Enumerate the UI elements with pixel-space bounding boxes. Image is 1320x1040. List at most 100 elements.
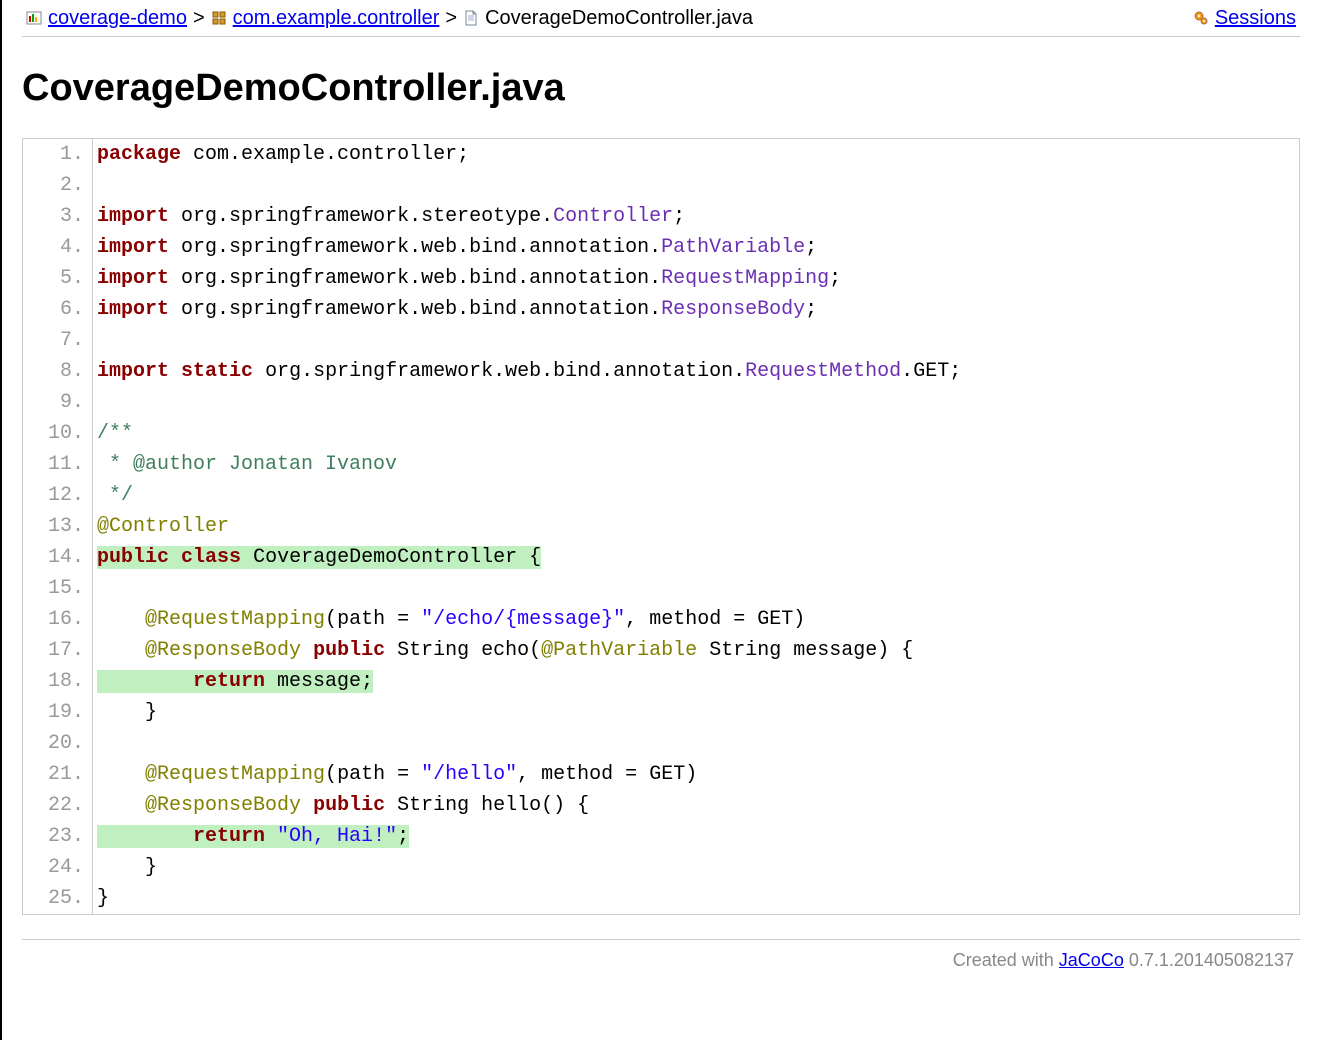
line-number: 9.	[23, 387, 93, 418]
line-code: return "Oh, Hai!";	[93, 821, 1299, 852]
sessions-link[interactable]: Sessions	[1215, 6, 1296, 30]
token-ident: method	[541, 763, 625, 786]
breadcrumb-sep: >	[193, 6, 205, 30]
breadcrumb-link-package[interactable]: com.example.controller	[233, 6, 440, 30]
token-ident: GET	[913, 360, 949, 383]
line-number: 22.	[23, 790, 93, 821]
line-code: }	[93, 883, 1299, 914]
token-member: RequestMapping	[661, 267, 829, 290]
token-ident: String echo	[397, 639, 529, 662]
line-number: 8.	[23, 356, 93, 387]
line-number: 24.	[23, 852, 93, 883]
source-line: 13.@Controller	[23, 511, 1299, 542]
coverage-highlight: public class CoverageDemoController {	[97, 546, 541, 569]
token-pkg: org.springframework.web.bind.annotation.	[265, 360, 745, 383]
token-ann: @RequestMapping	[145, 608, 325, 631]
source-line: 3.import org.springframework.stereotype.…	[23, 201, 1299, 232]
line-code: import static org.springframework.web.bi…	[93, 356, 1299, 387]
token-kw: import	[97, 298, 169, 321]
footer-link-jacoco[interactable]: JaCoCo	[1059, 950, 1124, 970]
line-code: import org.springframework.stereotype.Co…	[93, 201, 1299, 232]
line-number: 16.	[23, 604, 93, 635]
line-number: 5.	[23, 263, 93, 294]
token-ann: @PathVariable	[541, 639, 697, 662]
token-punc: )	[685, 763, 697, 786]
token-punc: ;	[673, 205, 685, 228]
footer-text-prefix: Created with	[953, 950, 1059, 970]
breadcrumb: coverage-demo > com.example.controller >…	[22, 0, 1300, 37]
line-number: 1.	[23, 139, 93, 170]
token-kw: import	[97, 360, 169, 383]
token-ident: path	[337, 763, 397, 786]
line-code: public class CoverageDemoController {	[93, 542, 1299, 573]
token-punc: ;	[361, 670, 373, 693]
token-op: =	[733, 608, 745, 631]
token-punc: ;	[805, 236, 817, 259]
line-number: 23.	[23, 821, 93, 852]
line-code: */	[93, 480, 1299, 511]
token-punc: {	[577, 794, 589, 817]
source-line: 21. @RequestMapping(path = "/hello", met…	[23, 759, 1299, 790]
line-number: 20.	[23, 728, 93, 759]
source-line: 14.public class CoverageDemoController {	[23, 542, 1299, 573]
line-code: import org.springframework.web.bind.anno…	[93, 294, 1299, 325]
token-ann: @ResponseBody	[145, 794, 301, 817]
token-punc: }	[97, 887, 109, 910]
line-code	[93, 170, 1299, 201]
source-line: 22. @ResponseBody public String hello() …	[23, 790, 1299, 821]
token-pkg: com.example.controller	[193, 143, 457, 166]
token-kw: class	[181, 546, 241, 569]
report-icon	[26, 10, 42, 26]
coverage-highlight: return "Oh, Hai!";	[97, 825, 409, 848]
source-line: 15.	[23, 573, 1299, 604]
token-kw: import	[97, 267, 169, 290]
token-kw: return	[193, 825, 265, 848]
token-member: ResponseBody	[661, 298, 805, 321]
token-ident: CoverageDemoController	[253, 546, 529, 569]
token-op: =	[625, 763, 637, 786]
token-str: "/hello"	[421, 763, 517, 786]
token-punc: }	[145, 701, 157, 724]
token-member: RequestMethod	[745, 360, 901, 383]
token-cmt: */	[97, 484, 133, 507]
line-number: 25.	[23, 883, 93, 914]
token-member: Controller	[553, 205, 673, 228]
token-cmt: * @author Jonatan Ivanov	[97, 453, 397, 476]
footer-text-suffix: 0.7.1.201405082137	[1124, 950, 1294, 970]
breadcrumb-sep: >	[445, 6, 457, 30]
token-ann: @RequestMapping	[145, 763, 325, 786]
gears-icon	[1193, 10, 1209, 26]
token-ann: @Controller	[97, 515, 229, 538]
line-number: 18.	[23, 666, 93, 697]
line-code: @RequestMapping(path = "/hello", method …	[93, 759, 1299, 790]
line-number: 12.	[23, 480, 93, 511]
line-code: @ResponseBody public String hello() {	[93, 790, 1299, 821]
source-line: 24. }	[23, 852, 1299, 883]
token-pkg: org.springframework.stereotype.	[181, 205, 553, 228]
line-code: @ResponseBody public String echo(@PathVa…	[93, 635, 1299, 666]
token-str: "/echo/{message}"	[421, 608, 625, 631]
line-number: 15.	[23, 573, 93, 604]
token-punc: ()	[541, 794, 565, 817]
source-line: 9.	[23, 387, 1299, 418]
line-number: 13.	[23, 511, 93, 542]
token-punc: )	[793, 608, 805, 631]
token-kw: public	[97, 546, 169, 569]
breadcrumb-link-project[interactable]: coverage-demo	[48, 6, 187, 30]
line-code: return message;	[93, 666, 1299, 697]
token-pkg: org.springframework.web.bind.annotation.	[181, 267, 661, 290]
token-kw: public	[313, 639, 385, 662]
source-line: 12. */	[23, 480, 1299, 511]
source-line: 10./**	[23, 418, 1299, 449]
token-punc: (	[325, 763, 337, 786]
token-ident: String hello	[397, 794, 541, 817]
line-number: 17.	[23, 635, 93, 666]
token-punc: ;	[397, 825, 409, 848]
source-line: 1.package com.example.controller;	[23, 139, 1299, 170]
line-code: /**	[93, 418, 1299, 449]
token-ident: message	[277, 670, 361, 693]
source-line: 17. @ResponseBody public String echo(@Pa…	[23, 635, 1299, 666]
token-punc: {	[901, 639, 913, 662]
token-op: =	[397, 763, 409, 786]
line-code: }	[93, 852, 1299, 883]
